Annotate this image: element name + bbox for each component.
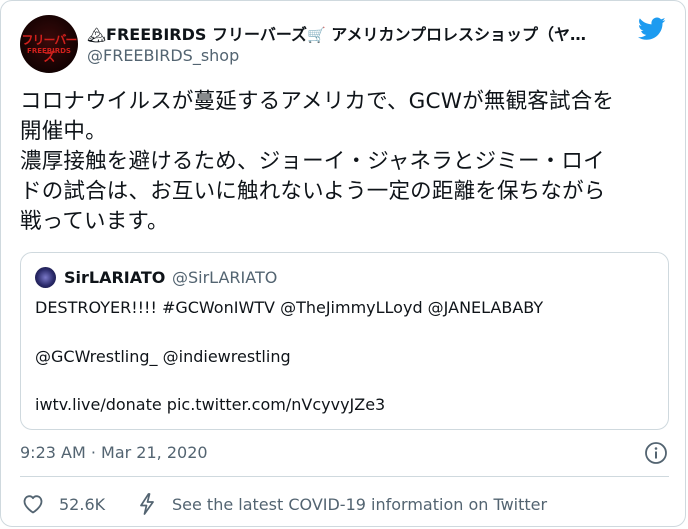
quoted-tweet[interactable]: SirLARIATO @SirLARIATO DESTROYER!!!! #GC… bbox=[20, 252, 669, 430]
author-name-suffix: アメリカンプロレスショップ（ヤ… bbox=[325, 25, 587, 44]
quoted-text-line: iwtv.live/donate pic.twitter.com/nVcyvyJ… bbox=[35, 395, 386, 414]
tweet-timestamp[interactable]: 9:23 AM · Mar 21, 2020 bbox=[20, 443, 208, 462]
quoted-author-name: SirLARIATO bbox=[64, 268, 166, 287]
quoted-text-line: @GCWrestling_ @indiewrestling bbox=[35, 347, 291, 366]
lightning-bolt-icon bbox=[140, 493, 154, 515]
tweet-text-line: コロナウイルスが蔓延するアメリカで、GCWが無観客試合を bbox=[20, 89, 615, 114]
author-avatar[interactable]: フリーバーズ FREEBIRDS bbox=[20, 15, 78, 73]
tweet-text: コロナウイルスが蔓延するアメリカで、GCWが無観客試合を 開催中。 濃厚接触を避… bbox=[20, 87, 680, 237]
tweet-text-line: 戦っています。 bbox=[20, 209, 169, 234]
info-icon[interactable] bbox=[644, 441, 668, 465]
divider bbox=[20, 476, 669, 477]
quoted-author-handle: @SirLARIATO bbox=[172, 268, 278, 287]
twitter-bird-icon[interactable] bbox=[638, 17, 666, 41]
covid-info-link[interactable]: See the latest COVID-19 information on T… bbox=[172, 495, 547, 514]
quoted-text-line: DESTROYER!!!! #GCWonIWTV @TheJimmyLLoyd … bbox=[35, 298, 544, 317]
avatar-logo-bottom: FREEBIRDS bbox=[27, 47, 71, 55]
tweet-text-line: 開催中。 bbox=[20, 119, 107, 144]
heart-icon[interactable] bbox=[21, 492, 45, 516]
shopping-cart-emoji-icon: 🛒 bbox=[307, 26, 326, 44]
like-count[interactable]: 52.6K bbox=[59, 495, 105, 514]
quoted-author-avatar bbox=[35, 267, 56, 288]
author-name[interactable]: 🏔FREEBIRDS フリーバーズ🛒 アメリカンプロレスショップ（ヤ… bbox=[87, 21, 627, 45]
author-handle[interactable]: @FREEBIRDS_shop bbox=[87, 46, 239, 65]
tweet-text-line: ドの試合は、お互いに触れないよう一定の距離を保ちながら bbox=[20, 179, 606, 204]
mountain-emoji-icon: 🏔 bbox=[87, 26, 107, 44]
embedded-tweet-card: フリーバーズ FREEBIRDS 🏔FREEBIRDS フリーバーズ🛒 アメリカ… bbox=[0, 0, 686, 527]
author-name-main: FREEBIRDS フリーバーズ bbox=[106, 25, 308, 44]
tweet-text-line: 濃厚接触を避けるため、ジョーイ・ジャネラとジミー・ロイ bbox=[20, 149, 605, 174]
